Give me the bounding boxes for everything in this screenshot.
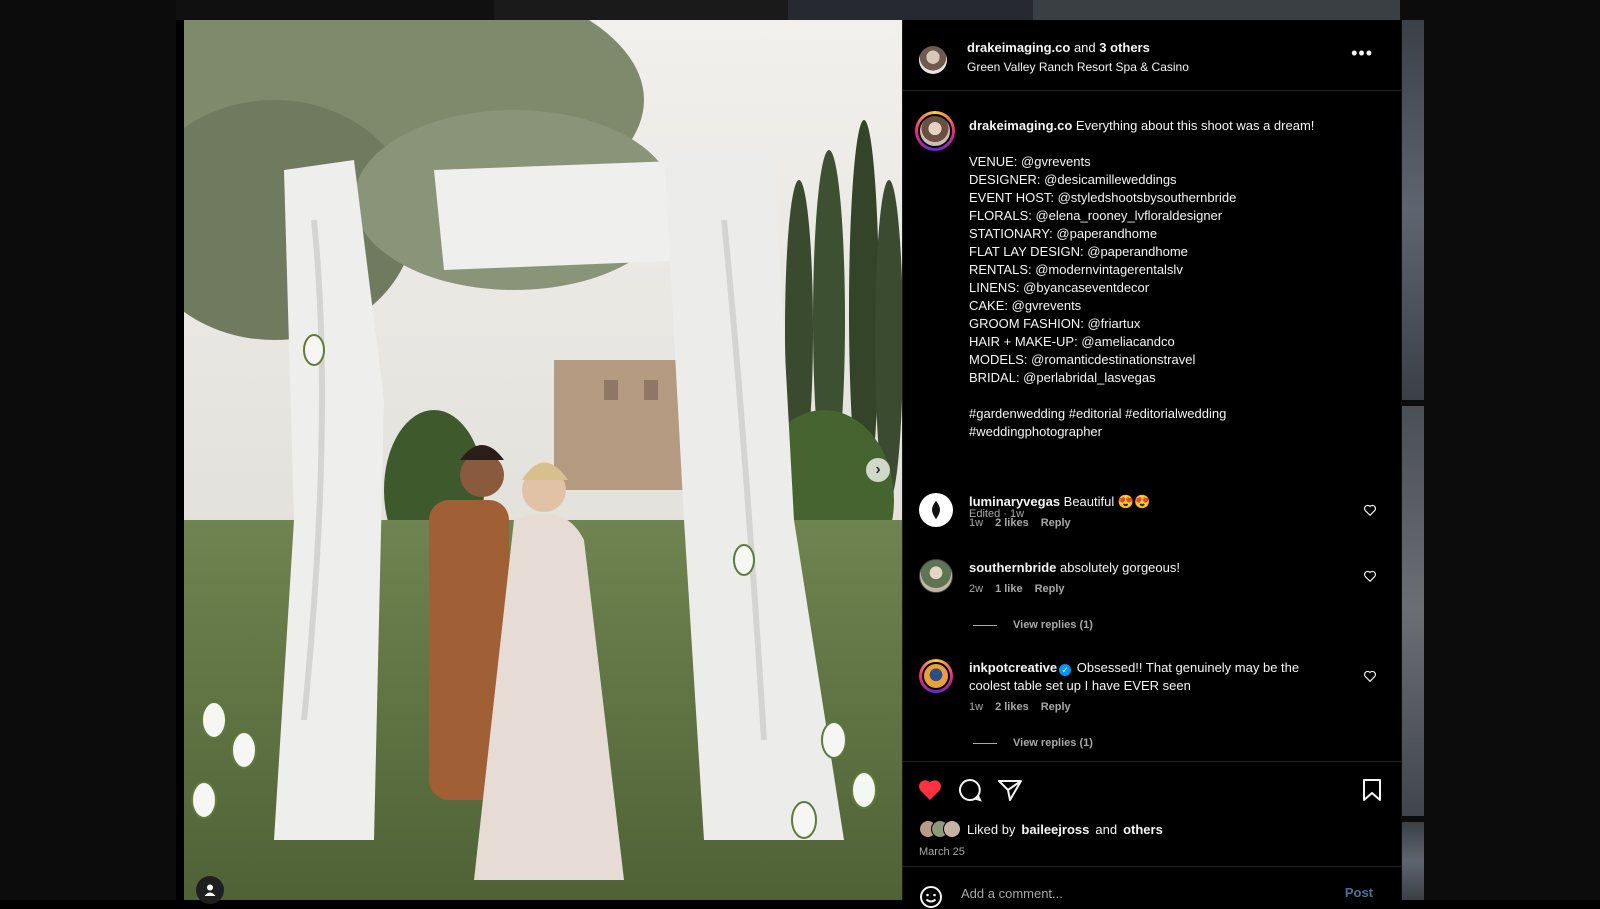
comment-meta: 1w 2 likes Reply <box>969 517 1071 529</box>
liked-by-middle: and <box>1095 821 1118 837</box>
comment-text: inkpotcreative ✓ Obsessed!! That genuinel… <box>969 659 1339 695</box>
reply-button[interactable]: Reply <box>1041 701 1071 713</box>
liked-by-user[interactable]: baileejross <box>1021 822 1089 837</box>
view-replies-button[interactable]: View replies (1) <box>973 737 1093 749</box>
background-feed-right <box>1400 0 1600 900</box>
background-thumbnail <box>1402 822 1424 900</box>
liked-by-others[interactable]: others <box>1123 822 1163 837</box>
commenter-avatar[interactable] <box>919 559 953 593</box>
user-tag-icon <box>204 884 216 896</box>
comment-likes[interactable]: 2 likes <box>995 517 1029 529</box>
comment-username[interactable]: southernbride <box>969 560 1056 575</box>
comments-scroll-area[interactable]: drakeimaging.co Everything about this sh… <box>903 91 1401 761</box>
post-actions: Liked by baileejross and others March 25… <box>903 761 1401 908</box>
post-photo[interactable] <box>184 20 902 900</box>
background-feed-left <box>0 0 176 900</box>
chevron-right-icon: › <box>875 461 881 478</box>
comment-text: luminaryvegas Beautiful 😍😍 <box>969 493 1339 511</box>
comment-time: 2w <box>969 583 984 595</box>
view-replies-label: View replies (1) <box>1013 737 1093 749</box>
post-caption: drakeimaging.co Everything about this sh… <box>969 117 1369 441</box>
liker-avatar <box>943 820 961 838</box>
caption-author-avatar[interactable] <box>915 111 955 151</box>
reply-button[interactable]: Reply <box>1035 583 1065 595</box>
add-comment-bar: Post <box>903 866 1401 908</box>
post-authors: drakeimaging.co and 3 others <box>967 40 1150 55</box>
post-details-panel: drakeimaging.co and 3 others Green Valle… <box>902 20 1401 908</box>
view-replies-label: View replies (1) <box>1013 619 1093 631</box>
comment-username[interactable]: inkpotcreative <box>969 660 1057 675</box>
coauthors-link[interactable]: 3 others <box>1099 40 1150 55</box>
avatar-image <box>918 114 952 148</box>
comment-time: 1w <box>969 517 984 529</box>
heart-filled-icon[interactable] <box>917 778 943 802</box>
comment-time: 1w <box>969 701 984 713</box>
background-thumbnail <box>1402 20 1424 400</box>
caption-text: Everything about this shoot was a dream!… <box>969 118 1315 439</box>
divider-line <box>973 742 997 744</box>
coauthor-connector: and <box>1073 40 1096 55</box>
background-thumbnail <box>1402 406 1424 816</box>
more-horizontal-icon: ••• <box>1351 43 1373 63</box>
post-location[interactable]: Green Valley Ranch Resort Spa & Casino <box>967 60 1189 74</box>
view-replies-button[interactable]: View replies (1) <box>973 619 1093 631</box>
liked-by-prefix: Liked by <box>967 821 1016 837</box>
like-comment-heart-icon[interactable] <box>1363 669 1377 683</box>
bookmark-icon[interactable] <box>1361 778 1383 802</box>
like-comment-heart-icon[interactable] <box>1363 569 1377 583</box>
author-username[interactable]: drakeimaging.co <box>967 40 1070 55</box>
liker-avatars <box>919 820 961 838</box>
commenter-avatar[interactable] <box>919 493 953 527</box>
smiley-icon[interactable] <box>919 885 943 909</box>
comment-body: absolutely gorgeous! <box>1056 560 1180 575</box>
verified-badge-icon: ✓ <box>1059 664 1072 676</box>
more-options-button[interactable]: ••• <box>1351 44 1373 62</box>
comment-meta: 1w 2 likes Reply <box>969 701 1071 713</box>
post-header: drakeimaging.co and 3 others Green Valle… <box>903 20 1401 91</box>
comment-likes[interactable]: 2 likes <box>995 701 1029 713</box>
comment-icon[interactable] <box>957 778 983 802</box>
post-date: March 25 <box>919 846 965 858</box>
comment-text: southernbride absolutely gorgeous! <box>969 559 1339 577</box>
flame-logo-icon <box>932 501 940 519</box>
author-avatar[interactable] <box>919 46 947 74</box>
avatar-image <box>922 662 950 690</box>
caption-username[interactable]: drakeimaging.co <box>969 118 1072 133</box>
commenter-avatar[interactable] <box>919 659 953 693</box>
paper-plane-icon[interactable] <box>997 778 1023 802</box>
comment-body: Beautiful 😍😍 <box>1060 494 1151 509</box>
comment-likes[interactable]: 1 like <box>995 583 1023 595</box>
divider-line <box>973 624 997 626</box>
next-image-button[interactable]: › <box>866 458 890 482</box>
reply-button[interactable]: Reply <box>1041 517 1071 529</box>
comment-username[interactable]: luminaryvegas <box>969 494 1060 509</box>
comment-meta: 2w 1 like Reply <box>969 583 1065 595</box>
liked-by-summary: Liked by baileejross and others <box>919 820 1163 838</box>
comment-input[interactable] <box>959 881 1313 905</box>
like-comment-heart-icon[interactable] <box>1363 503 1377 517</box>
wedding-photo-illustration <box>184 20 902 900</box>
background-feed-top <box>176 0 1400 20</box>
post-comment-button[interactable]: Post <box>1345 885 1373 900</box>
